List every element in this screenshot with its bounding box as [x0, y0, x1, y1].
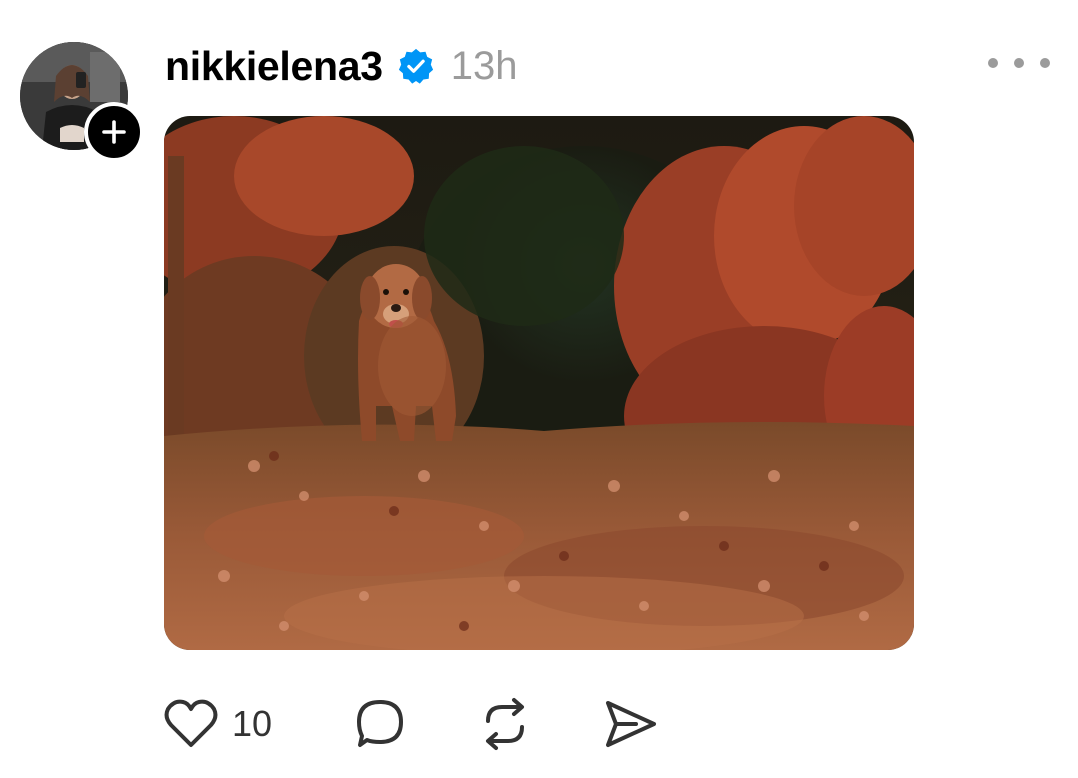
post-header: nikkielena3 13h: [165, 38, 518, 94]
comment-button[interactable]: [354, 698, 406, 750]
plus-icon: [102, 120, 126, 144]
avatar-container: [20, 42, 144, 162]
like-button[interactable]: 10: [164, 699, 272, 749]
post-timestamp: 13h: [450, 43, 518, 88]
comment-bubble-icon: [357, 700, 404, 747]
more-options-button[interactable]: [988, 50, 1050, 76]
more-dots-icon: [988, 58, 998, 68]
repost-button[interactable]: [478, 697, 532, 751]
post-actions: 10: [164, 696, 658, 752]
username-link[interactable]: nikkielena3: [165, 43, 383, 90]
more-dots-icon: [1040, 58, 1050, 68]
share-button[interactable]: [604, 699, 658, 749]
send-icon: [606, 701, 657, 747]
heart-icon: [164, 699, 218, 747]
repost-icon: [486, 698, 525, 750]
more-dots-icon: [1014, 58, 1024, 68]
post-media-gif[interactable]: [164, 116, 914, 650]
follow-button[interactable]: [84, 102, 144, 162]
verified-badge-icon: [397, 47, 435, 85]
thread-post: nikkielena3 13h 10: [0, 0, 1078, 778]
like-count: 10: [232, 703, 273, 744]
